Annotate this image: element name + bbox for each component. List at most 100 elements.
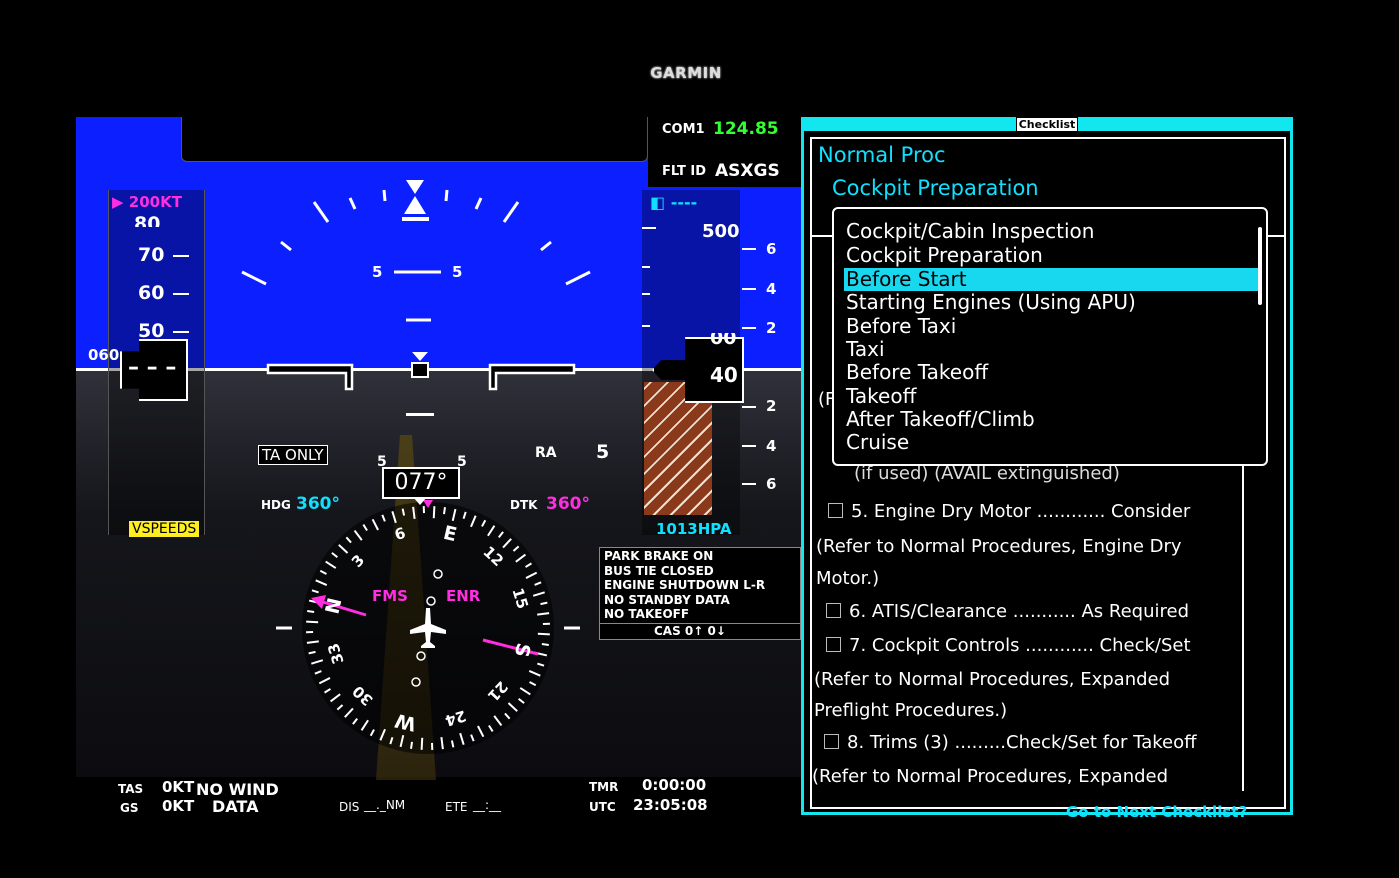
checklist-note: (Refer to Normal Procedures, Expanded <box>812 766 1169 787</box>
fltid-value: ASXGS <box>715 161 780 181</box>
speed-tickmark <box>173 293 189 295</box>
checkbox[interactable] <box>824 734 839 749</box>
ete-value: __:__ <box>473 798 502 812</box>
vsi-tick-down-2: 2 <box>766 397 777 415</box>
speed-tickmark <box>173 255 189 257</box>
dropdown-item[interactable]: After Takeoff/Climb <box>846 407 1035 431</box>
checkbox[interactable] <box>826 603 841 618</box>
checklist-group[interactable]: Normal Proc <box>818 143 946 167</box>
checkbox[interactable] <box>828 503 843 518</box>
tmr-value[interactable]: 0:00:00 <box>642 776 706 794</box>
hdg-label: HDG <box>261 498 291 512</box>
checklist-note: (Refer to Normal Procedures, Engine Dry <box>816 536 1182 557</box>
speed-bug[interactable]: ▶ 200KT <box>112 193 182 211</box>
hsi-tick <box>443 507 446 515</box>
checklist-item[interactable]: 8. Trims (3) .........Check/Set for Take… <box>824 732 1197 753</box>
altitude-readout-hi: 00 <box>710 333 737 347</box>
cas-message: BUS TIE CLOSED <box>604 563 714 578</box>
hsi-tick <box>537 632 550 636</box>
primary-flight-display: 5 5 ▶ 200KT 80 70 60 50 060 – – – VSPEED… <box>76 117 806 780</box>
fltid-label: FLT ID <box>662 164 707 179</box>
dropdown-item[interactable]: Before Taxi <box>846 314 956 338</box>
top-status-bar <box>181 117 648 162</box>
vsi-tickmark <box>742 327 756 329</box>
com-frequency[interactable]: 124.85 <box>713 119 779 139</box>
checklist-note: (Refer to Normal Procedures, Expanded <box>814 669 1171 690</box>
next-checklist-button[interactable]: Go to Next Checklist? <box>1066 803 1247 821</box>
heading-pointer <box>413 497 427 505</box>
vsi-tick-up-4: 4 <box>766 280 777 298</box>
baro-setting[interactable]: 1013HPA <box>656 520 732 538</box>
altitude-tickmark <box>642 266 650 268</box>
nav-source: FMS <box>372 587 408 605</box>
checklist-item-label: 7. Cockpit Controls ............ Check/S… <box>849 635 1191 656</box>
dropdown-item[interactable]: Starting Engines (Using APU) <box>846 290 1136 314</box>
altitude-tickmark <box>642 293 650 295</box>
vspeeds-button[interactable]: VSPEEDS <box>129 521 200 537</box>
vsi-tick-up-2: 2 <box>766 319 777 337</box>
dropdown-item[interactable]: Cockpit Preparation <box>846 243 1043 267</box>
wind-line-2: DATA <box>212 797 259 816</box>
hsi-tick <box>540 601 548 606</box>
utc-label: UTC <box>589 800 616 814</box>
speed-readout: – – – <box>128 355 177 380</box>
gs-value: 0KT <box>162 797 195 815</box>
checklist-item-label: 6. ATIS/Clearance ........... As Require… <box>849 601 1189 622</box>
speed-tick-60: 60 <box>138 282 165 304</box>
nav-mode: ENR <box>446 587 481 605</box>
selected-altitude[interactable]: ◧ ---- <box>650 193 697 212</box>
ra-value: 5 <box>596 441 610 463</box>
traffic-mode: TA ONLY <box>258 445 328 465</box>
pitch-label-right: 5 <box>452 263 463 281</box>
hsi-tick <box>432 506 436 519</box>
checklist-item-label: 5. Engine Dry Motor ............ Conside… <box>851 501 1191 522</box>
hsi-tick <box>306 620 319 624</box>
hdg-value[interactable]: 360° <box>296 494 340 514</box>
checkbox[interactable] <box>826 637 841 652</box>
gs-label: GS <box>120 801 139 815</box>
cas-message-list: PARK BRAKE ON BUS TIE CLOSED ENGINE SHUT… <box>604 549 765 622</box>
com-label: COM1 <box>662 122 705 137</box>
altitude-tickmark <box>642 325 650 327</box>
dropdown-item[interactable]: Cruise <box>846 430 909 454</box>
checklist-note: Preflight Procedures.) <box>814 700 1008 721</box>
speed-tick-50: 50 <box>138 320 165 342</box>
cas-message: ENGINE SHUTDOWN L-R <box>604 578 766 592</box>
vsi-tickmark <box>742 406 756 408</box>
vsi-tickmark <box>742 248 756 250</box>
garmin-logo: GARMIN <box>650 64 722 82</box>
checklist-item[interactable]: 6. ATIS/Clearance ........... As Require… <box>826 601 1189 622</box>
cas-footer: CAS 0↑ 0↓ <box>654 624 726 638</box>
hsi-card-label: S <box>509 640 534 659</box>
dis-value: __._NM <box>364 798 406 812</box>
pitch-marker <box>406 413 434 416</box>
dropdown-item[interactable]: Before Takeoff <box>846 360 988 384</box>
checklist-dropdown[interactable]: Cockpit/Cabin Inspection Cockpit Prepara… <box>832 207 1268 466</box>
tas-label: TAS <box>118 782 144 796</box>
altitude-tick-500: 500 <box>702 221 740 242</box>
speed-tick-80: 80 <box>134 213 161 227</box>
checklist-item[interactable]: 5. Engine Dry Motor ............ Conside… <box>828 501 1190 522</box>
checklist-note: Motor.) <box>816 568 880 589</box>
dropdown-item[interactable]: Taxi <box>846 337 885 361</box>
vsi-tickmark <box>742 483 756 485</box>
vsi-tick-up-6: 6 <box>766 240 777 258</box>
dropdown-item[interactable]: Takeoff <box>846 384 916 408</box>
tmr-label: TMR <box>589 780 619 794</box>
speed-bug-value: 200KT <box>128 193 182 211</box>
cas-message: NO STANDBY DATA <box>604 592 730 607</box>
hsi-tick <box>308 650 316 655</box>
checklist-title: Checklist <box>804 117 1290 132</box>
dis-label: DIS <box>339 800 360 814</box>
dropdown-item-selected[interactable]: Before Start <box>846 267 967 291</box>
dropdown-item[interactable]: Cockpit/Cabin Inspection <box>846 219 1094 243</box>
vsi-tickmark <box>742 288 756 290</box>
vsi-tick-down-4: 4 <box>766 437 777 455</box>
hsi-tick <box>450 740 455 748</box>
vsi-tick-down-6: 6 <box>766 475 777 493</box>
cas-window: PARK BRAKE ON BUS TIE CLOSED ENGINE SHUT… <box>599 547 801 640</box>
dropdown-scrollbar[interactable] <box>1258 227 1262 305</box>
checklist-item[interactable]: 7. Cockpit Controls ............ Check/S… <box>826 635 1191 656</box>
checklist-name[interactable]: Cockpit Preparation <box>832 176 1039 200</box>
hsi-tick <box>401 508 406 516</box>
